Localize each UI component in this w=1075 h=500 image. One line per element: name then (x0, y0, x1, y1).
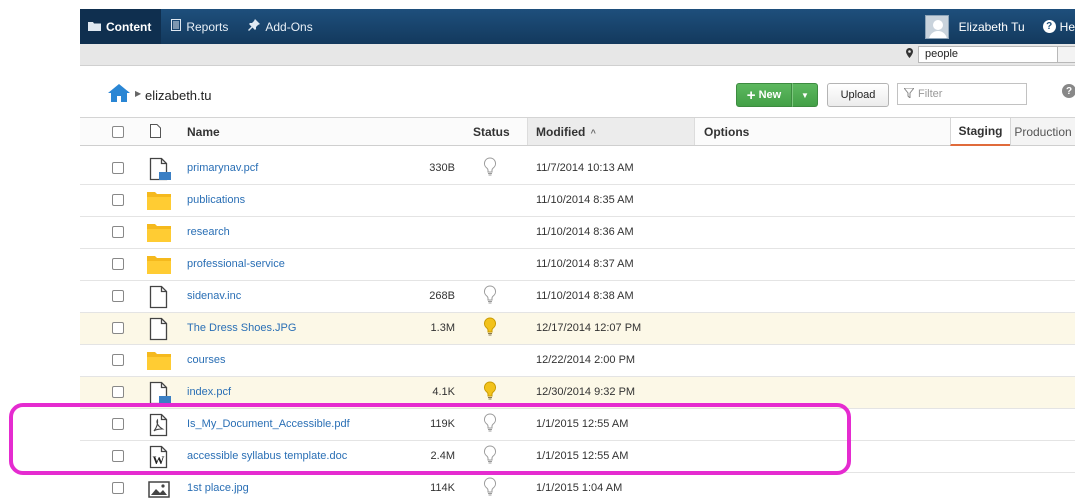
folder-icon (146, 221, 172, 245)
lightbulb-icon[interactable] (483, 477, 497, 499)
sort-ascending-icon: ^ (590, 128, 596, 138)
file-size: 114K (430, 482, 455, 494)
file-name-link[interactable]: professional-service (187, 258, 285, 270)
column-status[interactable]: Status (473, 125, 510, 139)
tab-reports[interactable]: Reports (161, 9, 238, 44)
table-row[interactable]: research 11/10/2014 8:36 AM (80, 217, 1075, 249)
row-checkbox[interactable] (112, 162, 124, 174)
row-checkbox[interactable] (112, 482, 124, 494)
modified-date: 12/17/2014 12:07 PM (536, 322, 642, 334)
filter-placeholder: Filter (918, 88, 943, 100)
table-row[interactable]: 1st place.jpg 114K 1/1/2015 1:04 AM (80, 473, 1075, 500)
modified-date: 11/10/2014 8:38 AM (536, 290, 634, 302)
tab-staging[interactable]: Staging (950, 118, 1010, 146)
table-row[interactable]: sidenav.inc 268B 11/10/2014 8:38 AM (80, 281, 1075, 313)
top-nav-bar: Content Reports Add-Ons Elizabeth Tu ? H… (80, 9, 1075, 44)
file-size: 268B (429, 290, 455, 302)
folder-icon (146, 189, 172, 213)
filter-input[interactable]: Filter (897, 83, 1027, 105)
modified-date: 12/22/2014 2:00 PM (536, 354, 636, 366)
file-name-link[interactable]: research (187, 226, 230, 238)
tab-reports-label: Reports (186, 19, 229, 34)
home-icon[interactable] (108, 84, 130, 105)
highlight-annotation (9, 403, 851, 475)
file-name-link[interactable]: The Dress Shoes.JPG (187, 322, 296, 334)
table-row[interactable]: The Dress Shoes.JPG 1.3M 12/17/2014 12:07 … (80, 313, 1075, 345)
folder-icon (88, 20, 101, 34)
table-row[interactable]: courses 12/22/2014 2:00 PM (80, 345, 1075, 377)
file-size: 330B (429, 162, 455, 174)
row-checkbox[interactable] (112, 322, 124, 334)
row-checkbox[interactable] (112, 386, 124, 398)
file-column-icon (150, 124, 161, 141)
tab-add-ons-label: Add-Ons (265, 19, 313, 34)
file-name-link[interactable]: publications (187, 194, 245, 206)
tab-add-ons[interactable]: Add-Ons (238, 9, 322, 44)
pcf-file-icon (146, 157, 172, 181)
location-pin-icon (906, 48, 913, 61)
tab-content-label: Content (106, 19, 152, 34)
help-icon: ? (1042, 20, 1056, 33)
search-submit-button[interactable] (1058, 46, 1075, 63)
file-name-link[interactable]: index.pcf (187, 386, 231, 398)
table-header: Name Status Modified ^ Options Staging P… (80, 117, 1075, 146)
table-row[interactable]: professional-service 11/10/2014 8:37 AM (80, 249, 1075, 281)
modified-date: 11/7/2014 10:13 AM (536, 162, 634, 174)
pin-icon (248, 19, 261, 34)
pcf-file-icon (146, 381, 172, 405)
plus-icon: + (746, 86, 756, 104)
modified-date: 11/10/2014 8:37 AM (536, 258, 634, 270)
tab-content[interactable]: Content (80, 9, 162, 44)
file-size: 4.1K (432, 386, 455, 398)
table-row[interactable]: publications 11/10/2014 8:35 AM (80, 185, 1075, 217)
image-icon (146, 477, 172, 500)
row-checkbox[interactable] (112, 226, 124, 238)
column-name[interactable]: Name (187, 125, 220, 139)
reports-icon (171, 19, 182, 34)
filter-icon (902, 87, 916, 101)
file-icon (146, 285, 172, 309)
user-name[interactable]: Elizabeth Tu (959, 20, 1025, 34)
avatar[interactable] (924, 14, 949, 39)
new-button-label: New (758, 89, 782, 101)
modified-date: 1/1/2015 1:04 AM (536, 482, 623, 494)
row-checkbox[interactable] (112, 290, 124, 302)
file-size: 1.3M (430, 322, 455, 334)
search-input[interactable]: people (918, 46, 1058, 63)
row-checkbox[interactable] (112, 194, 124, 206)
column-modified[interactable]: Modified ^ (536, 125, 596, 139)
file-name-link[interactable]: primarynav.pcf (187, 162, 258, 174)
tab-production[interactable]: Production (1010, 118, 1075, 145)
modified-date: 11/10/2014 8:36 AM (536, 226, 634, 238)
lightbulb-on-icon[interactable] (483, 381, 497, 403)
row-checkbox[interactable] (112, 354, 124, 366)
breadcrumb-separator-icon: ▶ (135, 89, 142, 98)
help-menu[interactable]: ? He (1042, 19, 1075, 34)
new-dropdown-button[interactable]: ▼ (792, 83, 818, 107)
modified-date: 12/30/2014 9:32 PM (536, 386, 636, 398)
help-icon[interactable]: ? (1062, 84, 1075, 98)
file-icon (146, 317, 172, 341)
help-label: He (1059, 19, 1075, 34)
upload-button[interactable]: Upload (827, 83, 889, 107)
select-all-checkbox[interactable] (112, 126, 124, 138)
modified-date: 11/10/2014 8:35 AM (536, 194, 634, 206)
lightbulb-on-icon[interactable] (483, 317, 497, 339)
breadcrumb-current[interactable]: elizabeth.tu (145, 88, 212, 103)
table-row[interactable]: primarynav.pcf 330B 11/7/2014 10:13 AM (80, 153, 1075, 185)
file-name-link[interactable]: courses (187, 354, 226, 366)
file-name-link[interactable]: sidenav.inc (187, 290, 241, 302)
search-strip: people (80, 44, 1075, 66)
row-checkbox[interactable] (112, 258, 124, 270)
lightbulb-icon[interactable] (483, 157, 497, 179)
new-button[interactable]: + New (736, 83, 792, 107)
folder-icon (146, 253, 172, 277)
file-name-link[interactable]: 1st place.jpg (187, 482, 249, 494)
column-modified-label: Modified (536, 125, 586, 139)
folder-icon (146, 349, 172, 373)
chevron-down-icon: ▼ (801, 90, 809, 100)
lightbulb-icon[interactable] (483, 285, 497, 307)
column-options: Options (704, 125, 750, 139)
